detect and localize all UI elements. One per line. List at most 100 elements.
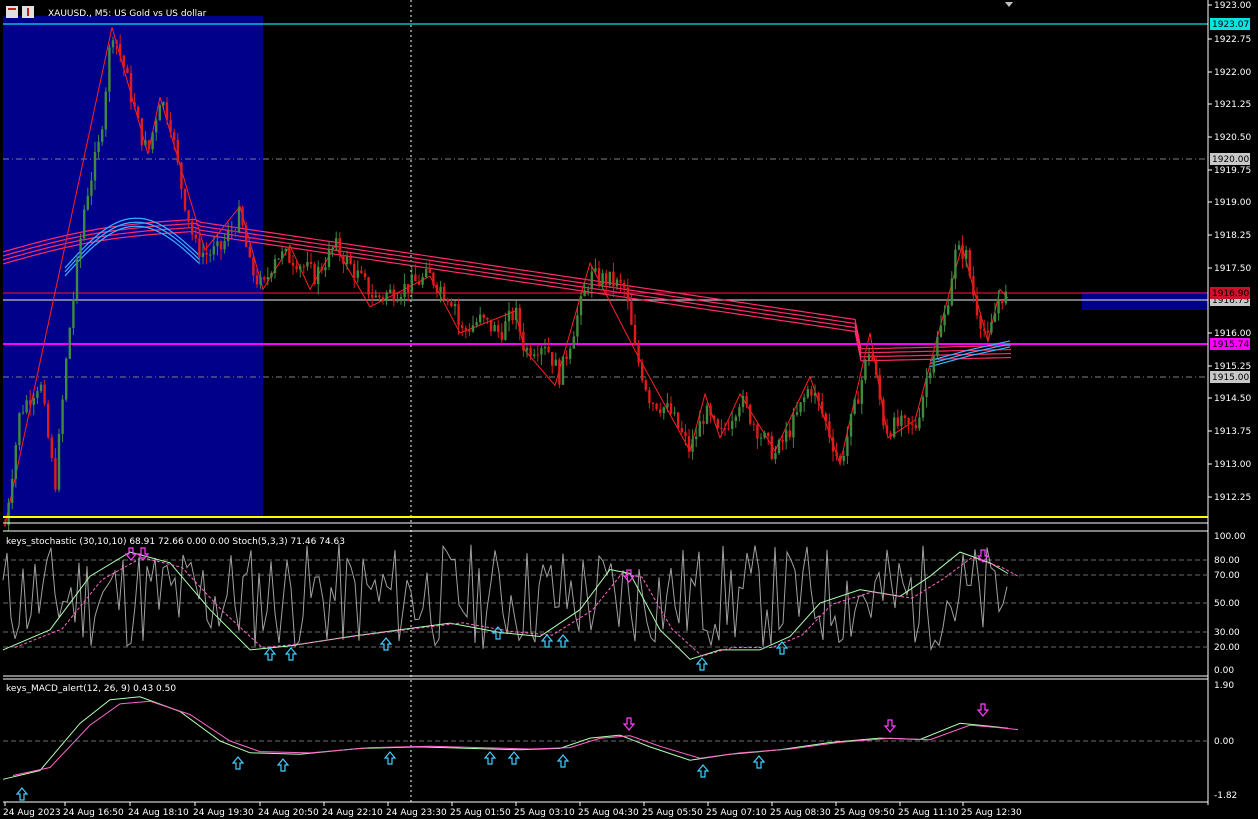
macd-arrows xyxy=(15,703,990,801)
candle-body xyxy=(122,55,125,68)
candle-body xyxy=(738,407,741,417)
candle-body xyxy=(338,238,341,256)
stochastic-panel[interactable]: keys_stochastic (30,10,10) 68.91 72.66 0… xyxy=(2,530,1246,677)
candle-body xyxy=(115,40,118,44)
candle-body xyxy=(414,274,417,282)
candle-body xyxy=(734,416,737,422)
price-label: 1922.75 xyxy=(1214,35,1251,45)
candle-body xyxy=(86,195,89,210)
candle-body xyxy=(241,207,244,226)
candle-body xyxy=(828,421,831,438)
candle-body xyxy=(227,230,230,241)
candle-body xyxy=(36,391,39,398)
macd-lines xyxy=(2,696,1019,780)
candle-body xyxy=(302,266,305,268)
candle-body xyxy=(626,287,629,302)
candle-body xyxy=(871,354,874,361)
candle-body xyxy=(878,375,881,400)
symbol-title: XAUUSD., M5: US Gold vs US dollar xyxy=(48,9,207,19)
candle-body xyxy=(554,359,557,366)
candle-body xyxy=(144,140,147,146)
candle-body xyxy=(572,336,575,349)
candle-body xyxy=(1001,300,1004,304)
candle-body xyxy=(939,325,943,337)
candle-body xyxy=(79,238,82,259)
candle-body xyxy=(101,129,104,142)
macd-buy-arrow-icon xyxy=(383,751,397,765)
candle-body xyxy=(846,436,849,457)
time-label: 25 Aug 12:30 xyxy=(961,808,1022,818)
candle-body xyxy=(327,249,331,268)
candle-body xyxy=(954,249,957,279)
candle-body xyxy=(767,432,770,437)
candle-body xyxy=(21,412,25,414)
macd-title: keys_MACD_alert(12, 26, 9) 0.43 0.50 xyxy=(6,684,176,694)
candle-body xyxy=(25,400,28,413)
candle-body xyxy=(525,347,529,351)
candle-body xyxy=(421,276,424,285)
candle-body xyxy=(349,256,352,264)
chart-shift-marker-icon[interactable] xyxy=(1005,2,1013,7)
price-panel[interactable]: 1923.071920.001916.751916.901915.741915.… xyxy=(2,0,1250,805)
candle-body xyxy=(615,279,619,287)
candle-body xyxy=(374,295,377,298)
macd-panel[interactable]: keys_MACD_alert(12, 26, 9) 0.43 0.50 1.9… xyxy=(2,678,1237,803)
chart-canvas[interactable]: 1923.071920.001916.751916.901915.741915.… xyxy=(0,0,1258,819)
candle-body xyxy=(342,255,345,265)
price-tag-text: 1923.07 xyxy=(1212,20,1249,30)
price-tag-text: 1916.90 xyxy=(1212,289,1249,299)
candle-body xyxy=(259,277,262,285)
time-axis[interactable]: 24 Aug 2023 24 Aug 16:50 24 Aug 18:10 24 Au… xyxy=(3,802,1022,818)
candle-body xyxy=(551,352,554,366)
candle-body xyxy=(990,322,993,333)
candle-body xyxy=(324,267,327,271)
candle-body xyxy=(770,436,773,460)
candle-body xyxy=(234,230,237,232)
stoch-label: 100.00 xyxy=(1214,532,1246,542)
candle-body xyxy=(543,346,547,349)
candle-body xyxy=(11,478,14,503)
candle-body xyxy=(29,400,32,405)
time-label: 24 Aug 16:50 xyxy=(63,808,124,818)
candle-body xyxy=(360,270,363,274)
candle-body xyxy=(752,423,755,425)
candle-body xyxy=(443,286,446,300)
candle-body xyxy=(579,296,583,316)
candle-body xyxy=(479,314,482,323)
candle-body xyxy=(461,325,464,329)
candle-body xyxy=(209,254,212,256)
candle-body xyxy=(972,275,975,296)
candle-body xyxy=(867,354,871,360)
candle-body xyxy=(497,325,500,332)
candle-body xyxy=(781,440,784,442)
candle-body xyxy=(583,290,586,297)
candle-body xyxy=(93,152,97,181)
candle-body xyxy=(565,356,568,359)
chart-menu-icon[interactable] xyxy=(6,6,18,18)
price-tag-text: 1915.00 xyxy=(1212,373,1249,383)
candle-body xyxy=(331,247,334,250)
candle-body xyxy=(518,307,521,332)
candle-body xyxy=(907,417,910,424)
candle-body xyxy=(407,283,410,293)
stoch-buy-arrow-icon xyxy=(379,637,393,651)
candle-body xyxy=(363,273,367,278)
stoch-sell-arrow-icon xyxy=(124,547,138,561)
candle-body xyxy=(813,392,817,396)
candle-body xyxy=(929,372,932,379)
candle-body xyxy=(529,347,532,357)
time-label: 25 Aug 05:50 xyxy=(642,808,703,818)
candle-body xyxy=(205,252,208,255)
candle-body xyxy=(810,389,813,396)
candle-body xyxy=(345,256,349,265)
candle-body xyxy=(601,273,604,285)
macd-label: 0.00 xyxy=(1214,737,1234,747)
candle-body xyxy=(849,413,853,437)
candle-body xyxy=(453,304,457,307)
candle-body xyxy=(651,403,655,405)
candle-body xyxy=(252,257,255,276)
candle-body xyxy=(936,336,939,357)
stoch-label: 80.00 xyxy=(1214,556,1240,566)
candle-body xyxy=(288,248,291,263)
macd-buy-arrow-icon xyxy=(752,755,766,769)
